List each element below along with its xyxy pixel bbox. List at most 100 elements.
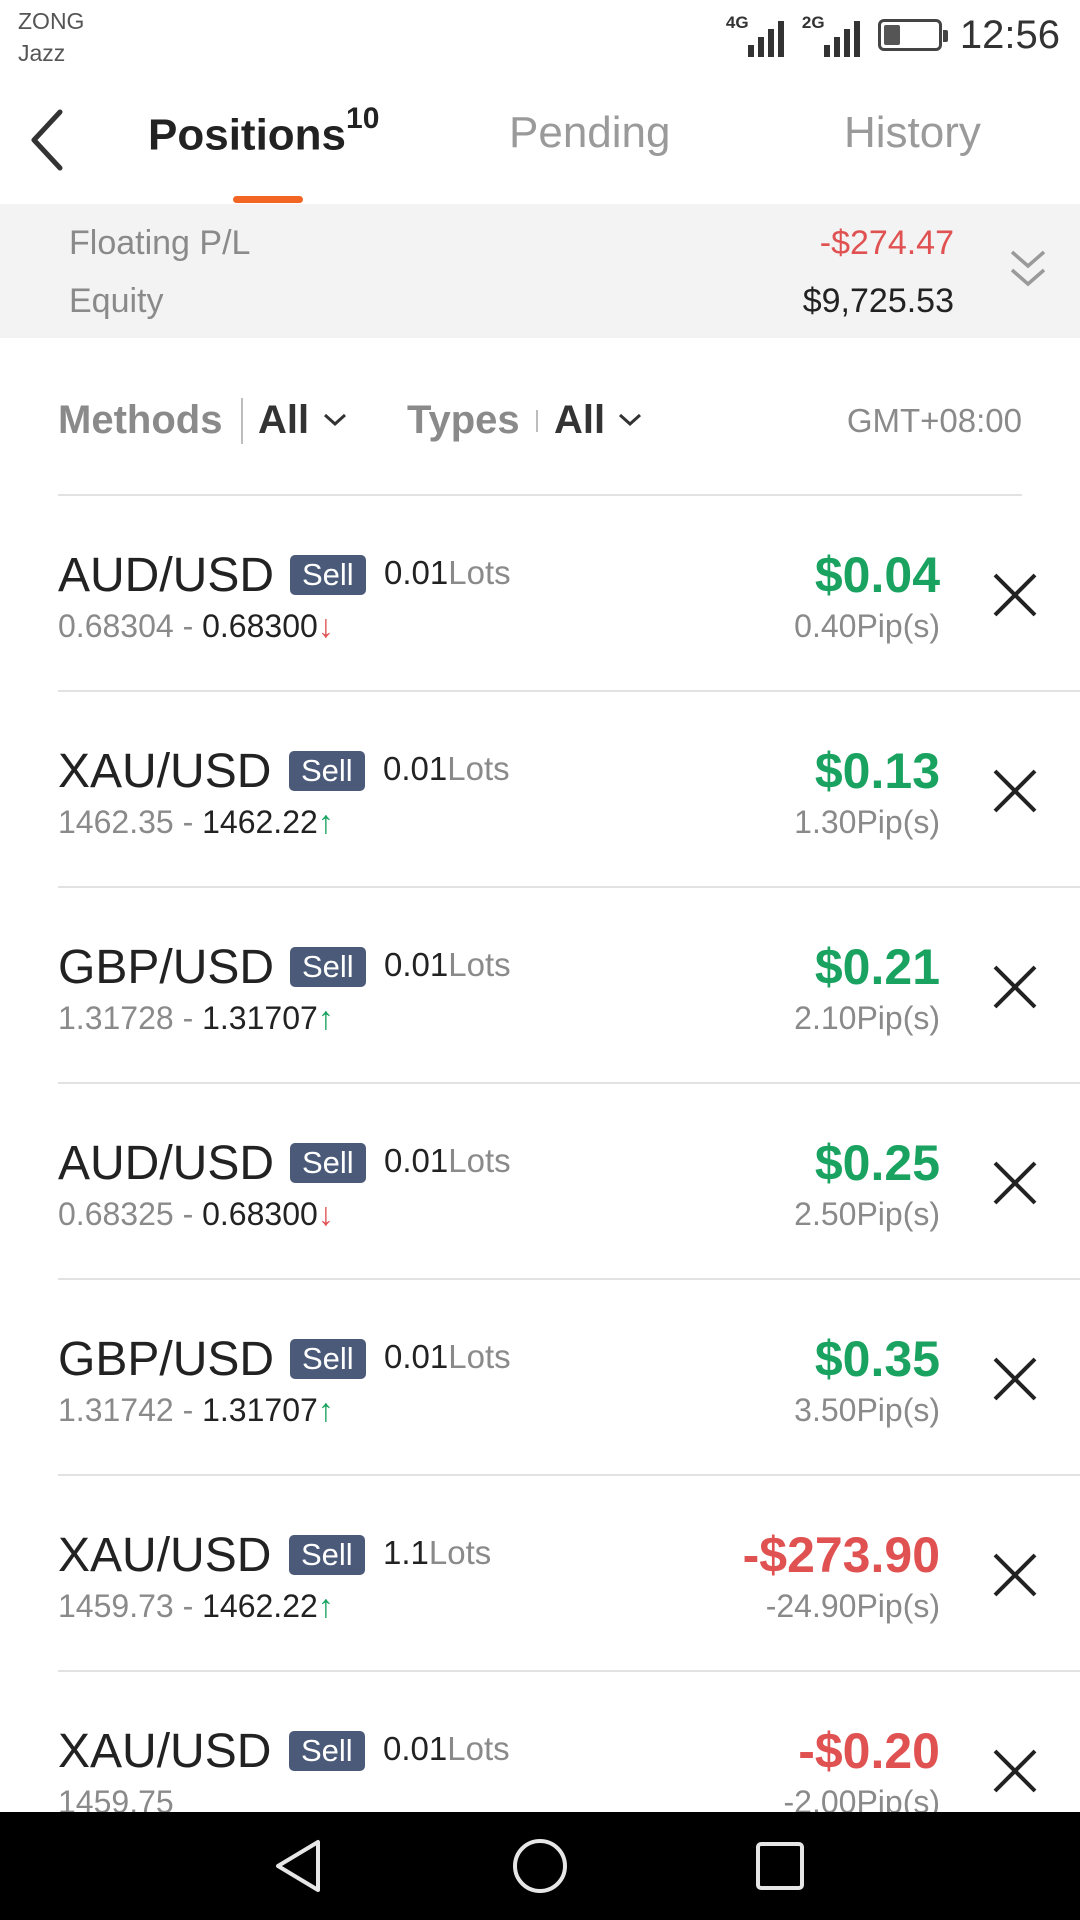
position-lots: 0.01Lots — [384, 1338, 511, 1376]
open-price: 1.31728 — [58, 1000, 174, 1036]
position-prices: 0.68304 - 0.68300↓ — [58, 608, 334, 644]
position-row[interactable]: XAU/USD Sell 0.01Lots 1462.35 - 1462.22↑ $0.… — [0, 692, 1080, 888]
position-pnl: -$0.20 — [798, 1723, 940, 1779]
signal-2g-icon: 2G — [802, 13, 860, 57]
position-row[interactable]: XAU/USD Sell 0.01Lots 1459.75 -$0.20 -2.00Pip… — [0, 1672, 1080, 1812]
lots-value: 0.01 — [384, 1142, 449, 1179]
open-price: 1462.35 — [58, 804, 174, 840]
position-row[interactable]: AUD/USD Sell 0.01Lots 0.68304 - 0.68300↓ $0.… — [0, 496, 1080, 692]
methods-dropdown[interactable]: All — [258, 398, 309, 443]
position-pips: 0.40Pip(s) — [794, 608, 940, 644]
position-lots: 1.1Lots — [383, 1534, 491, 1572]
battery-icon — [877, 19, 948, 51]
open-price: 1.31742 — [58, 1392, 174, 1428]
position-prices: 1.31742 - 1.31707↑ — [58, 1392, 334, 1428]
open-price: 0.68304 — [58, 608, 174, 644]
arrow-up-icon: ↑ — [317, 1588, 334, 1624]
close-icon[interactable] — [990, 1746, 1040, 1796]
position-prices: 1.31728 - 1.31707↑ — [58, 1000, 334, 1036]
lots-value: 0.01 — [383, 750, 448, 787]
positions-count-badge: 10 — [346, 102, 380, 135]
position-prices: 1459.75 — [58, 1784, 174, 1812]
chevron-down-icon[interactable] — [617, 410, 643, 430]
position-symbol: XAU/USD — [58, 745, 272, 798]
position-pnl: $0.21 — [814, 939, 940, 995]
tab-positions[interactable]: Positions10 — [148, 102, 379, 161]
side-badge: Sell — [289, 1731, 365, 1771]
arrow-up-icon: ↑ — [317, 804, 334, 840]
close-icon[interactable] — [990, 766, 1040, 816]
chevron-down-icon[interactable] — [322, 410, 348, 430]
position-row[interactable]: AUD/USD Sell 0.01Lots 0.68325 - 0.68300↓ $0.… — [0, 1084, 1080, 1280]
tab-pending[interactable]: Pending — [509, 108, 670, 158]
close-icon[interactable] — [990, 1550, 1040, 1600]
position-pnl: -$273.90 — [742, 1527, 940, 1583]
lots-unit: Lots — [447, 1730, 510, 1767]
current-price: 1462.22 — [202, 804, 318, 840]
side-badge: Sell — [290, 555, 366, 595]
lots-unit: Lots — [448, 946, 511, 983]
carrier-secondary: Jazz — [18, 40, 66, 66]
status-icons: 4G 2G 12:56 — [726, 10, 1060, 60]
methods-label: Methods — [58, 398, 223, 442]
position-pnl: $0.04 — [814, 547, 940, 603]
equity-label: Equity — [69, 282, 164, 320]
lots-unit: Lots — [447, 750, 510, 787]
position-row[interactable]: GBP/USD Sell 0.01Lots 1.31742 - 1.31707↑ $0.… — [0, 1280, 1080, 1476]
close-icon[interactable] — [990, 1158, 1040, 1208]
position-symbol: GBP/USD — [58, 1333, 275, 1386]
position-prices: 1462.35 - 1462.22↑ — [58, 804, 334, 840]
arrow-up-icon: ↑ — [317, 1000, 334, 1036]
position-pips: 2.50Pip(s) — [794, 1196, 940, 1232]
square-recent-icon[interactable] — [750, 1836, 810, 1896]
position-symbol: XAU/USD — [58, 1529, 272, 1582]
open-price: 1459.73 — [58, 1588, 174, 1624]
close-icon[interactable] — [990, 962, 1040, 1012]
arrow-up-icon: ↑ — [317, 1392, 334, 1428]
position-pips: -24.90Pip(s) — [765, 1588, 940, 1624]
side-badge: Sell — [290, 1143, 366, 1183]
position-symbol: AUD/USD — [58, 1137, 275, 1190]
position-row[interactable]: GBP/USD Sell 0.01Lots 1.31728 - 1.31707↑ $0.… — [0, 888, 1080, 1084]
side-badge: Sell — [289, 1535, 365, 1575]
position-pips: 1.30Pip(s) — [794, 804, 940, 840]
side-badge: Sell — [289, 751, 365, 791]
position-pnl: $0.35 — [814, 1331, 940, 1387]
lots-value: 0.01 — [383, 1730, 448, 1767]
lots-value: 0.01 — [384, 1338, 449, 1375]
position-prices: 1459.73 - 1462.22↑ — [58, 1588, 334, 1624]
carrier-primary: ZONG — [18, 8, 85, 34]
system-nav-bar — [0, 1812, 1080, 1920]
lots-unit: Lots — [448, 1142, 511, 1179]
current-price: 1.31707 — [202, 1392, 318, 1428]
active-tab-indicator — [233, 196, 303, 203]
triangle-back-icon[interactable] — [270, 1836, 330, 1896]
close-icon[interactable] — [990, 570, 1040, 620]
position-lots: 0.01Lots — [383, 750, 510, 788]
position-lots: 0.01Lots — [384, 1142, 511, 1180]
lots-unit: Lots — [428, 1534, 492, 1571]
back-button[interactable] — [20, 100, 80, 180]
open-price: 1459.75 — [58, 1784, 174, 1812]
types-dropdown[interactable]: All — [554, 398, 605, 443]
position-lots: 0.01Lots — [384, 946, 511, 984]
position-row[interactable]: XAU/USD Sell 1.1Lots 1459.73 - 1462.22↑ -$27… — [0, 1476, 1080, 1672]
lots-value: 0.01 — [384, 554, 449, 591]
lots-value: 1.1 — [383, 1534, 429, 1571]
tab-header: Positions10 Pending History — [0, 70, 1080, 204]
positions-list: AUD/USD Sell 0.01Lots 0.68304 - 0.68300↓ $0.… — [0, 496, 1080, 1812]
clock: 12:56 — [959, 12, 1060, 57]
position-pnl: $0.25 — [814, 1135, 940, 1191]
position-lots: 0.01Lots — [384, 554, 511, 592]
position-pips: -2.00Pip(s) — [783, 1784, 941, 1812]
close-icon[interactable] — [990, 1354, 1040, 1404]
open-price: 0.68325 — [58, 1196, 174, 1232]
tab-history[interactable]: History — [844, 108, 981, 158]
position-symbol: AUD/USD — [58, 549, 275, 602]
tab-positions-label: Positions — [148, 110, 347, 160]
circle-home-icon[interactable] — [510, 1836, 570, 1896]
account-summary: Floating P/L -$274.47 Equity $9,725.53 — [0, 204, 1080, 338]
expand-summary-button[interactable] — [1006, 244, 1050, 294]
lots-unit: Lots — [448, 554, 511, 591]
network-type-2: 2G — [801, 13, 825, 32]
